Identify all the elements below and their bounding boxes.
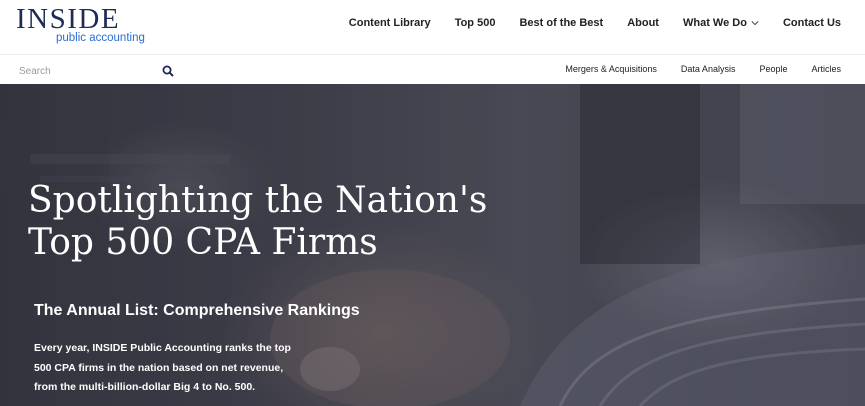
subnav-people[interactable]: People bbox=[759, 64, 787, 74]
search-icon[interactable] bbox=[162, 65, 174, 77]
logo-wordmark: INSIDE bbox=[16, 3, 121, 35]
site-header: INSIDE public accounting Content Library… bbox=[0, 0, 865, 54]
nav-top-500[interactable]: Top 500 bbox=[455, 17, 496, 29]
subnav-data-analysis[interactable]: Data Analysis bbox=[681, 64, 736, 74]
nav-what-we-do[interactable]: What We Do bbox=[683, 17, 759, 29]
hero-title-line-1: Spotlighting the Nation's bbox=[28, 180, 488, 221]
chevron-down-icon bbox=[751, 21, 759, 26]
hero-body-text: Every year, INSIDE Public Accounting ran… bbox=[34, 342, 291, 393]
logo-tagline: public accounting bbox=[56, 32, 145, 44]
hero-subheading: The Annual List: Comprehensive Rankings bbox=[34, 302, 360, 320]
secondary-nav: Mergers & Acquisitions Data Analysis Peo… bbox=[541, 64, 841, 74]
secondary-bar: Mergers & Acquisitions Data Analysis Peo… bbox=[0, 54, 865, 84]
subnav-articles[interactable]: Articles bbox=[811, 64, 841, 74]
nav-what-we-do-label: What We Do bbox=[682, 17, 747, 29]
hero-title-line-2: Top 500 CPA Firms bbox=[28, 222, 378, 263]
main-nav: Content Library Top 500 Best of the Best… bbox=[325, 17, 841, 29]
hero-title: Spotlighting the Nation's Top 500 CPA Fi… bbox=[28, 180, 487, 264]
site-logo[interactable]: INSIDE public accounting bbox=[16, 3, 145, 44]
hero-banner: Spotlighting the Nation's Top 500 CPA Fi… bbox=[0, 84, 865, 406]
hero-subheading-bold: The Annual List: bbox=[34, 302, 159, 319]
subnav-mergers-acquisitions[interactable]: Mergers & Acquisitions bbox=[565, 64, 657, 74]
nav-about[interactable]: About bbox=[627, 17, 659, 29]
search-box bbox=[19, 61, 174, 80]
hero-subheading-rest: Comprehensive Rankings bbox=[158, 302, 360, 319]
nav-best-of-the-best[interactable]: Best of the Best bbox=[519, 17, 603, 29]
nav-content-library[interactable]: Content Library bbox=[349, 17, 431, 29]
search-input[interactable] bbox=[19, 63, 159, 80]
nav-contact-us[interactable]: Contact Us bbox=[783, 17, 841, 29]
